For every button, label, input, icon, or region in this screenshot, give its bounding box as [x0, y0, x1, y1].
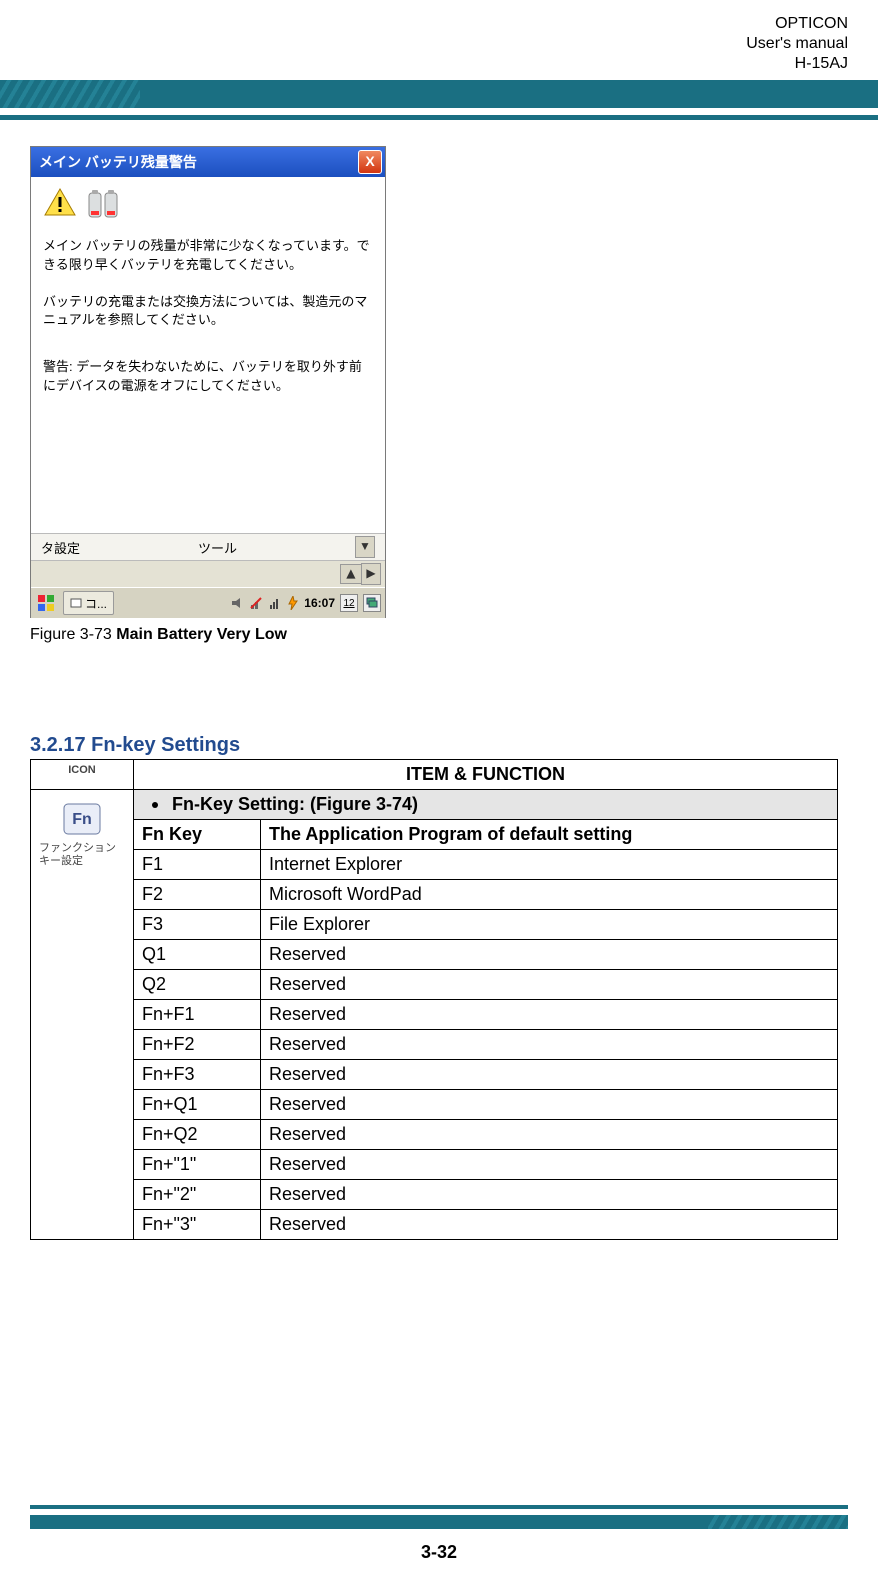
network-off-icon[interactable]	[249, 596, 263, 610]
bullet-icon	[152, 802, 158, 808]
arrow-right-icon[interactable]: ▶	[361, 563, 381, 585]
figure-title: Main Battery Very Low	[116, 626, 287, 643]
table-row: F1Internet Explorer	[31, 850, 838, 880]
th-icon: ICON	[31, 760, 134, 790]
table-row: Fn+F1Reserved	[31, 1000, 838, 1030]
table-row: Q1Reserved	[31, 940, 838, 970]
signal-icon[interactable]	[268, 596, 282, 610]
screenshot-figure: メイン バッテリ残量警告 X	[30, 146, 386, 618]
fn-icon: Fn ファンクションキー設定	[39, 794, 125, 868]
dialog-title: メイン バッテリ残量警告	[39, 152, 197, 172]
charge-icon[interactable]	[287, 596, 299, 610]
battery-icon	[85, 187, 125, 221]
fn-icon-caption: ファンクションキー設定	[39, 842, 125, 868]
dialog-body: メイン バッテリの残量が非常に少なくなっています。できる限り早くバッテリを充電し…	[31, 177, 385, 533]
table-row: F2Microsoft WordPad	[31, 880, 838, 910]
windows-icon[interactable]	[363, 594, 381, 612]
system-tray: 16:07 12	[230, 594, 381, 612]
fn-key-table: ICON ITEM & FUNCTION Fn ファンクションキー設定	[30, 759, 838, 1240]
table-row: Fn+Q2Reserved	[31, 1120, 838, 1150]
taskbar-app-button[interactable]: コ...	[63, 591, 114, 615]
footer-divider	[0, 1505, 878, 1529]
table-row: Fn+F2Reserved	[31, 1030, 838, 1060]
dialog-msg-1: メイン バッテリの残量が非常に少なくなっています。できる限り早くバッテリを充電し…	[43, 237, 373, 275]
warning-icon	[43, 187, 77, 223]
col-header-key: Fn Key	[134, 820, 261, 850]
col-header-app: The Application Program of default setti…	[261, 820, 838, 850]
content-area: メイン バッテリ残量警告 X	[0, 146, 878, 1240]
table-row: Fn+"2"Reserved	[31, 1180, 838, 1210]
app-tabs: タ設定 ツール ▼	[31, 533, 385, 560]
header-divider	[0, 80, 878, 122]
page-header: OPTICON User's manual H-15AJ	[0, 0, 878, 80]
table-row: Fn+F3Reserved	[31, 1060, 838, 1090]
tab-right[interactable]: ツール	[198, 538, 237, 557]
table-row: Fn+"1"Reserved	[31, 1150, 838, 1180]
table-row: Fn+Q1Reserved	[31, 1090, 838, 1120]
arrow-left-icon[interactable]: ▶	[340, 564, 362, 584]
header-doc: User's manual	[0, 34, 848, 54]
table-row: Fn+"3"Reserved	[31, 1210, 838, 1240]
figure-prefix: Figure 3-73	[30, 626, 116, 643]
tray-num-icon[interactable]: 12	[340, 594, 358, 612]
section-heading: 3.2.17 Fn-key Settings	[30, 734, 848, 757]
scroll-down-icon[interactable]: ▼	[355, 536, 375, 558]
volume-icon[interactable]	[230, 596, 244, 610]
dialog-msg-3: 警告: データを失わないために、バッテリを取り外す前にデバイスの電源をオフにして…	[43, 358, 373, 396]
taskbar-app-label: コ...	[85, 595, 107, 612]
dialog-msg-2: バッテリの充電または交換方法については、製造元のマニュアルを参照してください。	[43, 293, 373, 331]
table-subhead: Fn-Key Setting: (Figure 3-74)	[172, 794, 418, 815]
th-item-function: ITEM & FUNCTION	[134, 760, 838, 790]
start-icon[interactable]	[35, 592, 57, 614]
table-row: Q2Reserved	[31, 970, 838, 1000]
page-number: 3-32	[0, 1542, 878, 1563]
clock: 16:07	[304, 596, 335, 610]
svg-text:Fn: Fn	[72, 811, 92, 828]
figure-caption: Figure 3-73 Main Battery Very Low	[30, 626, 848, 644]
app-toolbar: ▶ ▶	[31, 560, 385, 587]
header-brand: OPTICON	[0, 14, 848, 34]
header-model: H-15AJ	[0, 54, 848, 74]
tab-left[interactable]: タ設定	[41, 538, 80, 557]
close-icon[interactable]: X	[358, 150, 382, 174]
page: OPTICON User's manual H-15AJ メイン バッテリ残量警…	[0, 0, 878, 1577]
table-row: F3File Explorer	[31, 910, 838, 940]
dialog-titlebar: メイン バッテリ残量警告 X	[31, 147, 385, 177]
taskbar: コ... 16:07 12	[31, 587, 385, 618]
